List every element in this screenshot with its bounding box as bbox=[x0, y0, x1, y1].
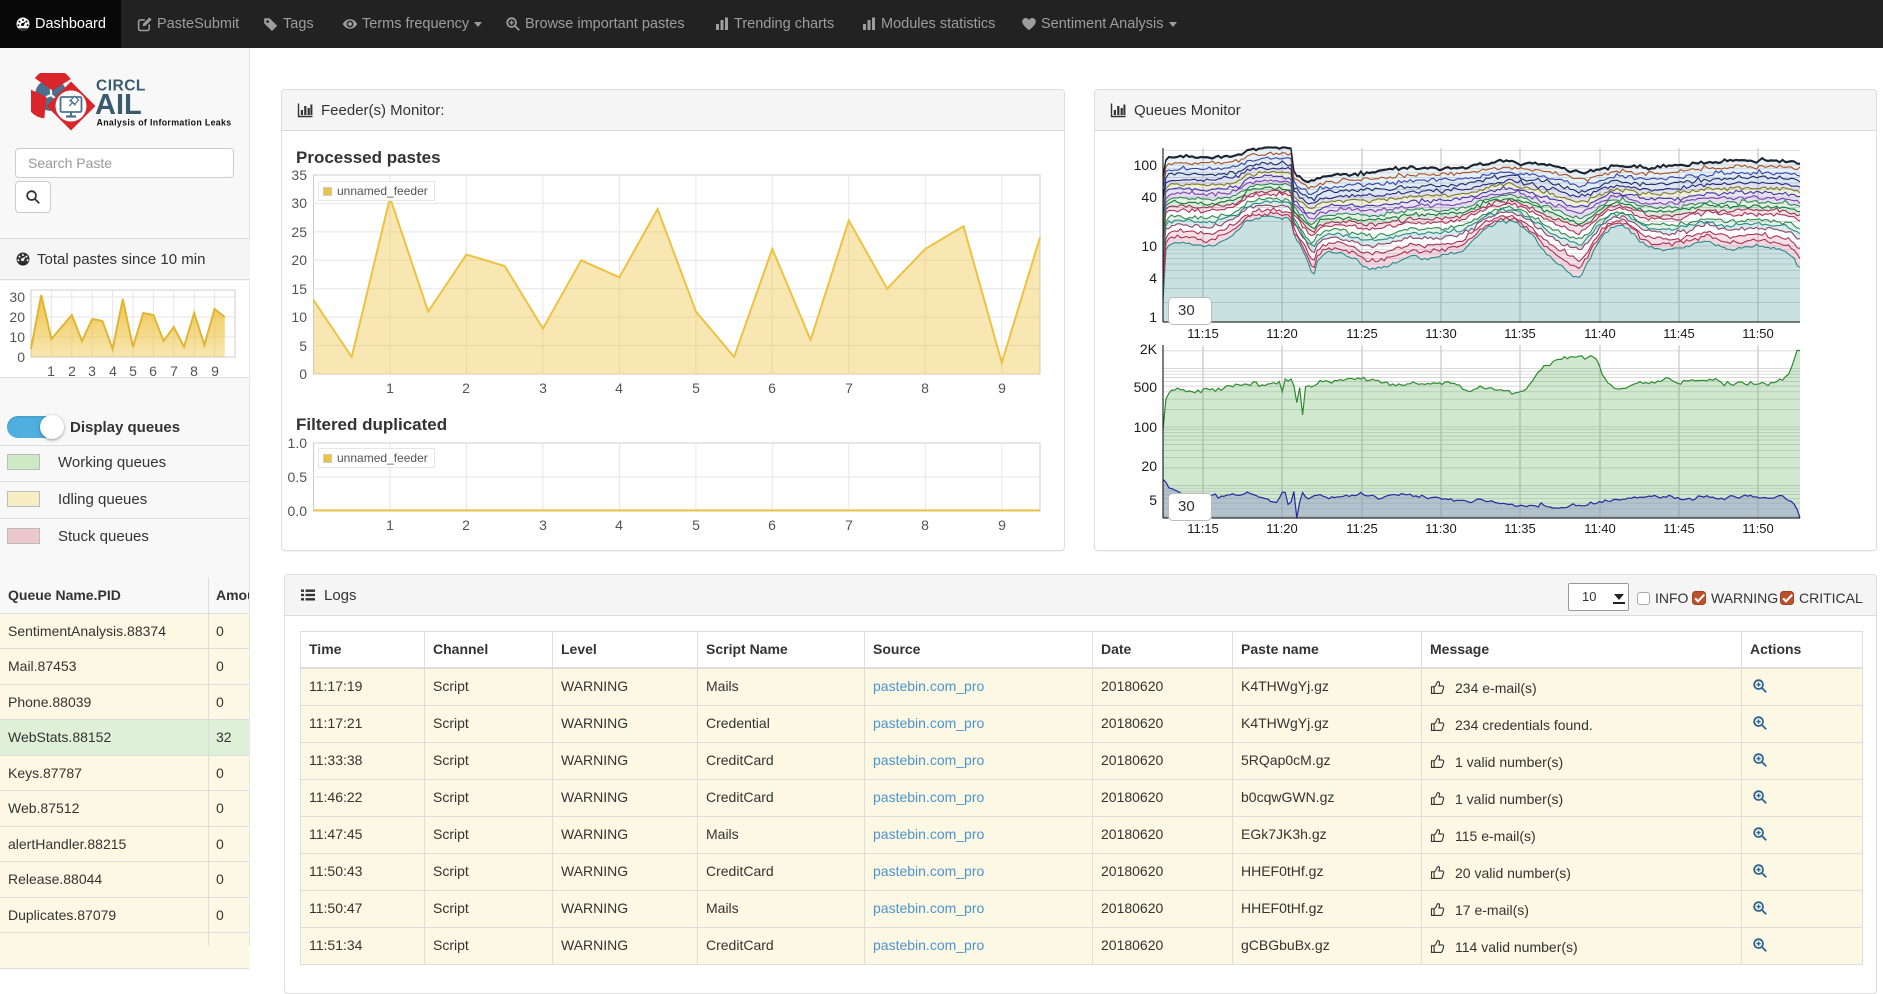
svg-text:Analysis of Information Leaks: Analysis of Information Leaks bbox=[97, 118, 232, 128]
svg-text:AIL: AIL bbox=[95, 89, 142, 121]
